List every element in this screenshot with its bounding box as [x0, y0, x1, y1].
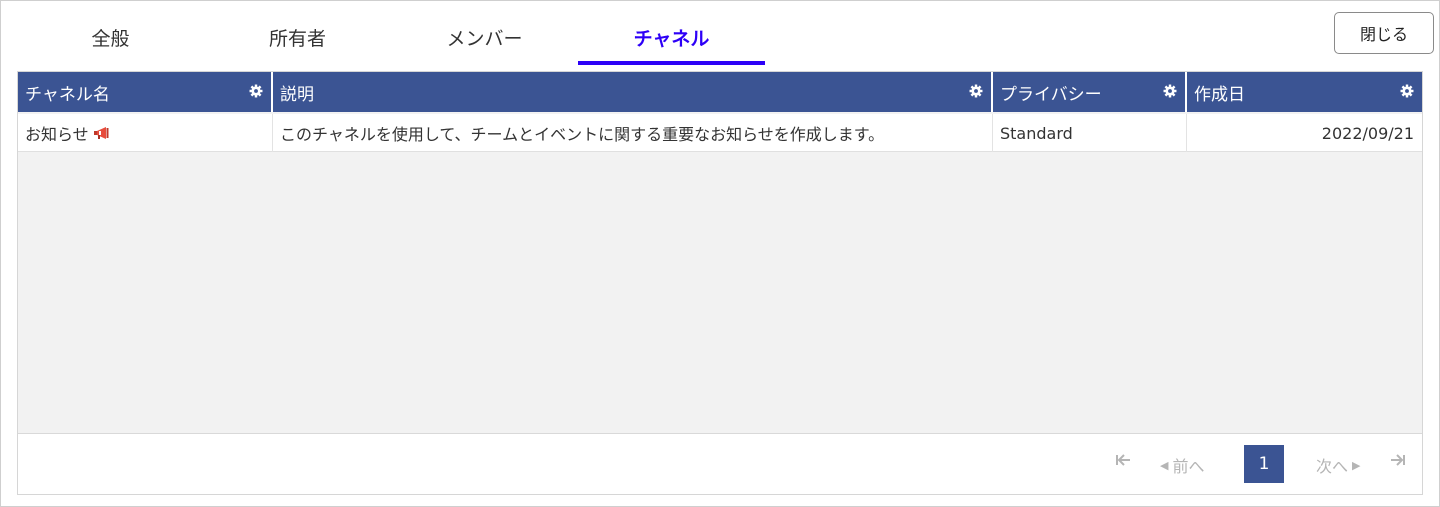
last-page-button[interactable] — [1390, 453, 1406, 467]
tab-owners[interactable]: 所有者 — [204, 9, 391, 65]
column-header-label: 説明 — [280, 84, 314, 105]
column-header-channel-name[interactable]: チャネル名 — [18, 72, 273, 112]
column-header-description[interactable]: 説明 — [273, 72, 993, 112]
next-page-label: 次へ — [1316, 457, 1349, 476]
cell-created-date: 2022/09/21 — [1321, 123, 1414, 143]
caret-right-icon: ▶ — [1352, 458, 1361, 472]
table-row[interactable]: お知らせ このチャネルを使用して、チームとイベントに関する重要なお知らせを作成し… — [18, 114, 1422, 152]
first-page-icon — [1116, 454, 1130, 466]
gear-icon[interactable] — [1400, 84, 1414, 98]
megaphone-icon — [93, 127, 109, 139]
tab-general[interactable]: 全般 — [17, 9, 204, 65]
column-header-privacy[interactable]: プライバシー — [993, 72, 1187, 112]
cell-privacy: Standard — [993, 114, 1187, 152]
prev-page-button[interactable]: ◀ 前へ — [1160, 453, 1204, 477]
gear-icon[interactable] — [1163, 84, 1177, 98]
gear-icon[interactable] — [249, 84, 263, 98]
last-page-icon — [1391, 454, 1405, 466]
page-number-button[interactable]: 1 — [1244, 445, 1284, 483]
pagination: ◀ 前へ 1 次へ ▶ — [18, 433, 1422, 494]
column-header-created-date[interactable]: 作成日 — [1187, 72, 1422, 112]
gear-icon[interactable] — [969, 84, 983, 98]
close-button[interactable]: 閉じる — [1334, 12, 1434, 54]
caret-left-icon: ◀ — [1160, 458, 1169, 472]
cell-channel-name[interactable]: お知らせ — [18, 114, 273, 152]
first-page-button[interactable] — [1115, 453, 1131, 467]
next-page-button[interactable]: 次へ ▶ — [1316, 453, 1360, 477]
channel-name: お知らせ — [25, 125, 89, 144]
tab-channels[interactable]: チャネル — [578, 9, 765, 65]
column-header-label: チャネル名 — [25, 84, 110, 105]
channel-grid: チャネル名 説明 プライバシー 作成日 お知らせ このチャネルを使用して、チーム… — [17, 71, 1423, 495]
prev-page-label: 前へ — [1172, 457, 1205, 476]
dialog-frame: 全般 所有者 メンバー チャネル 閉じる チャネル名 説明 プライバシー 作成日… — [0, 0, 1440, 507]
tab-members[interactable]: メンバー — [391, 9, 578, 65]
column-header-label: 作成日 — [1194, 84, 1245, 105]
cell-description: このチャネルを使用して、チームとイベントに関する重要なお知らせを作成します。 — [273, 114, 993, 152]
grid-header: チャネル名 説明 プライバシー 作成日 — [18, 72, 1422, 112]
tab-bar: 全般 所有者 メンバー チャネル — [17, 9, 765, 65]
column-header-label: プライバシー — [1000, 84, 1102, 105]
